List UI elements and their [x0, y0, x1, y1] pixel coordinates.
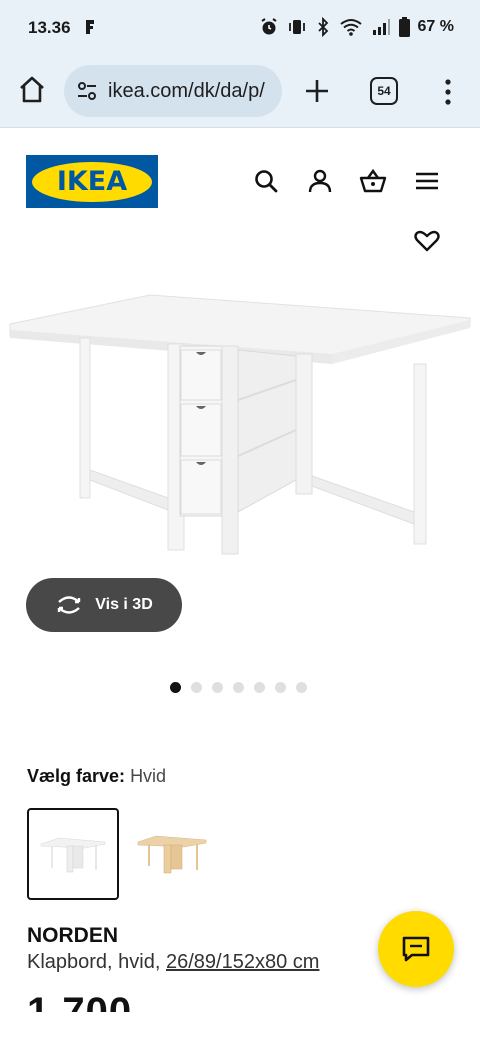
ikea-logo[interactable]: IKEA — [26, 155, 158, 208]
browser-menu-icon[interactable] — [436, 76, 460, 108]
status-time: 13.36 — [28, 18, 71, 37]
gallery-dot-4[interactable] — [233, 682, 244, 693]
gallery-pagination — [170, 682, 307, 693]
tab-count: 54 — [377, 84, 391, 98]
view-3d-button[interactable]: Vis i 3D — [26, 578, 182, 632]
signal-icon — [372, 19, 390, 35]
gallery-dot-6[interactable] — [275, 682, 286, 693]
battery-percent: 67 % — [417, 18, 454, 35]
product-name: NORDEN — [27, 924, 119, 947]
product-measurements-link[interactable]: 26/89/152x80 cm — [166, 951, 319, 973]
product-type: Klapbord, hvid, — [27, 951, 161, 973]
color-selector-label: Vælg farve: Hvid — [27, 766, 166, 787]
notification-app-icon — [86, 20, 94, 34]
basket-icon[interactable] — [359, 167, 387, 195]
chat-icon — [402, 936, 430, 962]
site-settings-icon[interactable] — [76, 80, 98, 102]
battery-icon — [398, 17, 410, 37]
wifi-icon — [339, 19, 362, 36]
favorite-heart-icon[interactable] — [414, 230, 440, 252]
tab-switcher-button[interactable]: 54 — [370, 77, 398, 105]
gallery-dot-7[interactable] — [296, 682, 307, 693]
product-description: Klapbord, hvid, 26/89/152x80 cm — [27, 951, 319, 974]
view-3d-label: Vis i 3D — [95, 596, 153, 613]
logo-oval: IKEA — [32, 161, 152, 202]
site-header: IKEA — [0, 129, 480, 229]
status-bar: 13.36 67 % — [0, 0, 480, 56]
rotate-3d-icon — [58, 596, 81, 614]
white-table-thumbnail — [40, 837, 106, 873]
gallery-dot-1[interactable] — [170, 682, 181, 693]
logo-text: IKEA — [56, 166, 128, 197]
color-swatch-white[interactable] — [27, 808, 119, 900]
address-bar[interactable]: ikea.com/dk/da/p/ — [64, 65, 282, 117]
bluetooth-icon — [317, 17, 328, 37]
gallery-dot-5[interactable] — [254, 682, 265, 693]
gallery-dot-3[interactable] — [212, 682, 223, 693]
alarm-icon — [260, 18, 277, 35]
color-swatch-birch[interactable] — [128, 808, 220, 900]
menu-icon[interactable] — [413, 167, 441, 195]
url-text: ikea.com/dk/da/p/ — [108, 79, 265, 102]
new-tab-icon[interactable] — [300, 74, 334, 108]
birch-table-thumbnail — [137, 835, 207, 874]
product-price: 1.700 — [27, 990, 133, 1012]
account-icon[interactable] — [306, 167, 334, 195]
browser-toolbar: ikea.com/dk/da/p/ 54 — [0, 56, 480, 128]
gallery-dot-2[interactable] — [191, 682, 202, 693]
product-image[interactable] — [0, 280, 480, 570]
status-icons: 67 % — [259, 17, 454, 37]
color-label: Vælg farve: — [27, 766, 126, 786]
vibrate-icon — [288, 20, 305, 34]
home-icon[interactable] — [16, 74, 48, 106]
chat-button[interactable] — [378, 911, 454, 987]
search-icon[interactable] — [252, 167, 280, 195]
color-value: Hvid — [130, 766, 167, 786]
